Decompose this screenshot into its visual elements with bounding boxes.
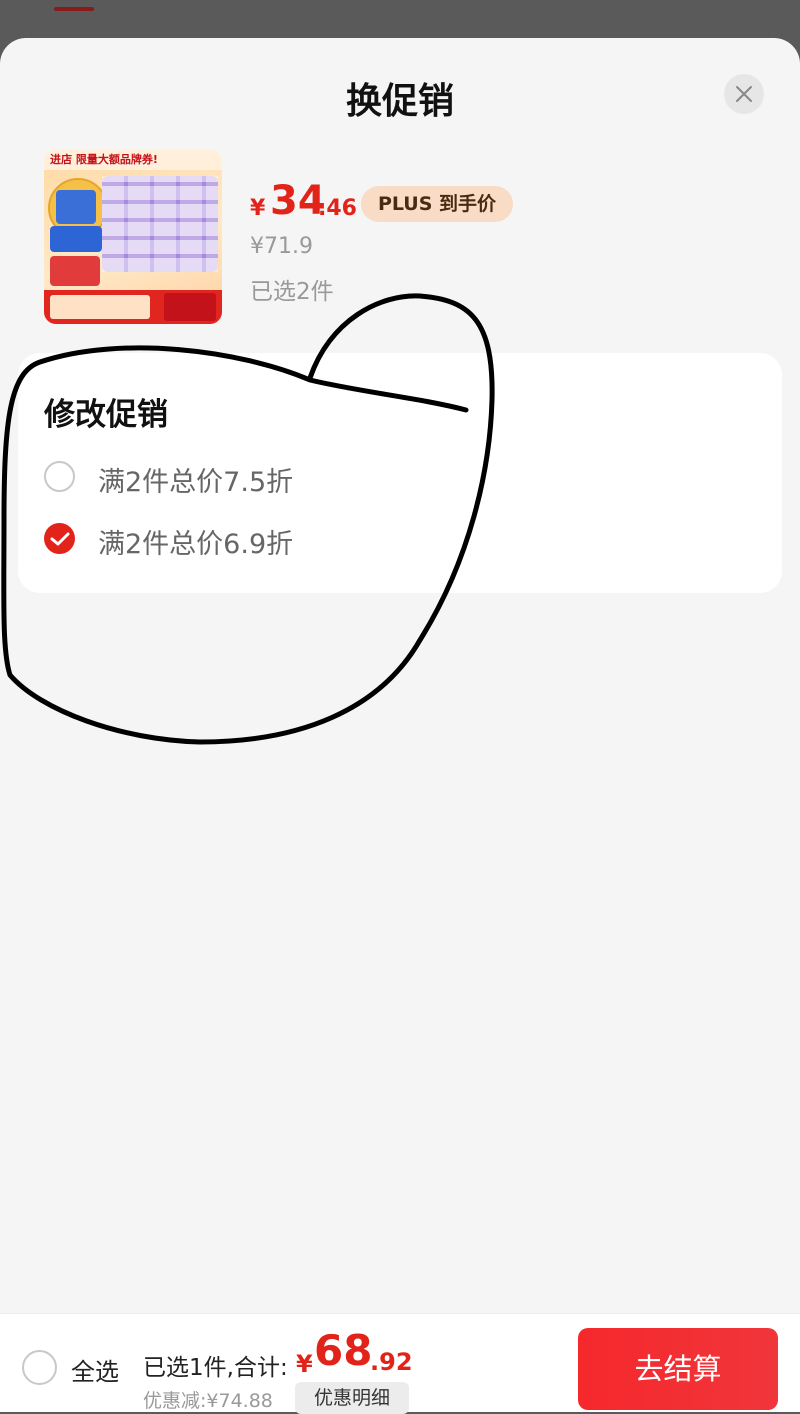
checkout-button[interactable]: 去结算 (578, 1328, 778, 1410)
select-all-checkbox[interactable] (22, 1350, 57, 1385)
discount-amount: 优惠减:¥74.88 (143, 1390, 273, 1412)
total-decimal: .92 (370, 1348, 413, 1376)
summary-label: 已选1件,合计: (143, 1355, 288, 1381)
bottom-bar: 全选 已选1件,合计: ¥ 68 .92 优惠减:¥74.88 优惠明细 去结算 (0, 1313, 800, 1414)
hand-drawn-annotation (1, 293, 495, 745)
discount-detail-button[interactable]: 优惠明细 (295, 1382, 409, 1414)
total-integer: 68 (314, 1326, 373, 1375)
select-all-label[interactable]: 全选 (71, 1352, 119, 1387)
total-currency: ¥ (296, 1350, 313, 1378)
